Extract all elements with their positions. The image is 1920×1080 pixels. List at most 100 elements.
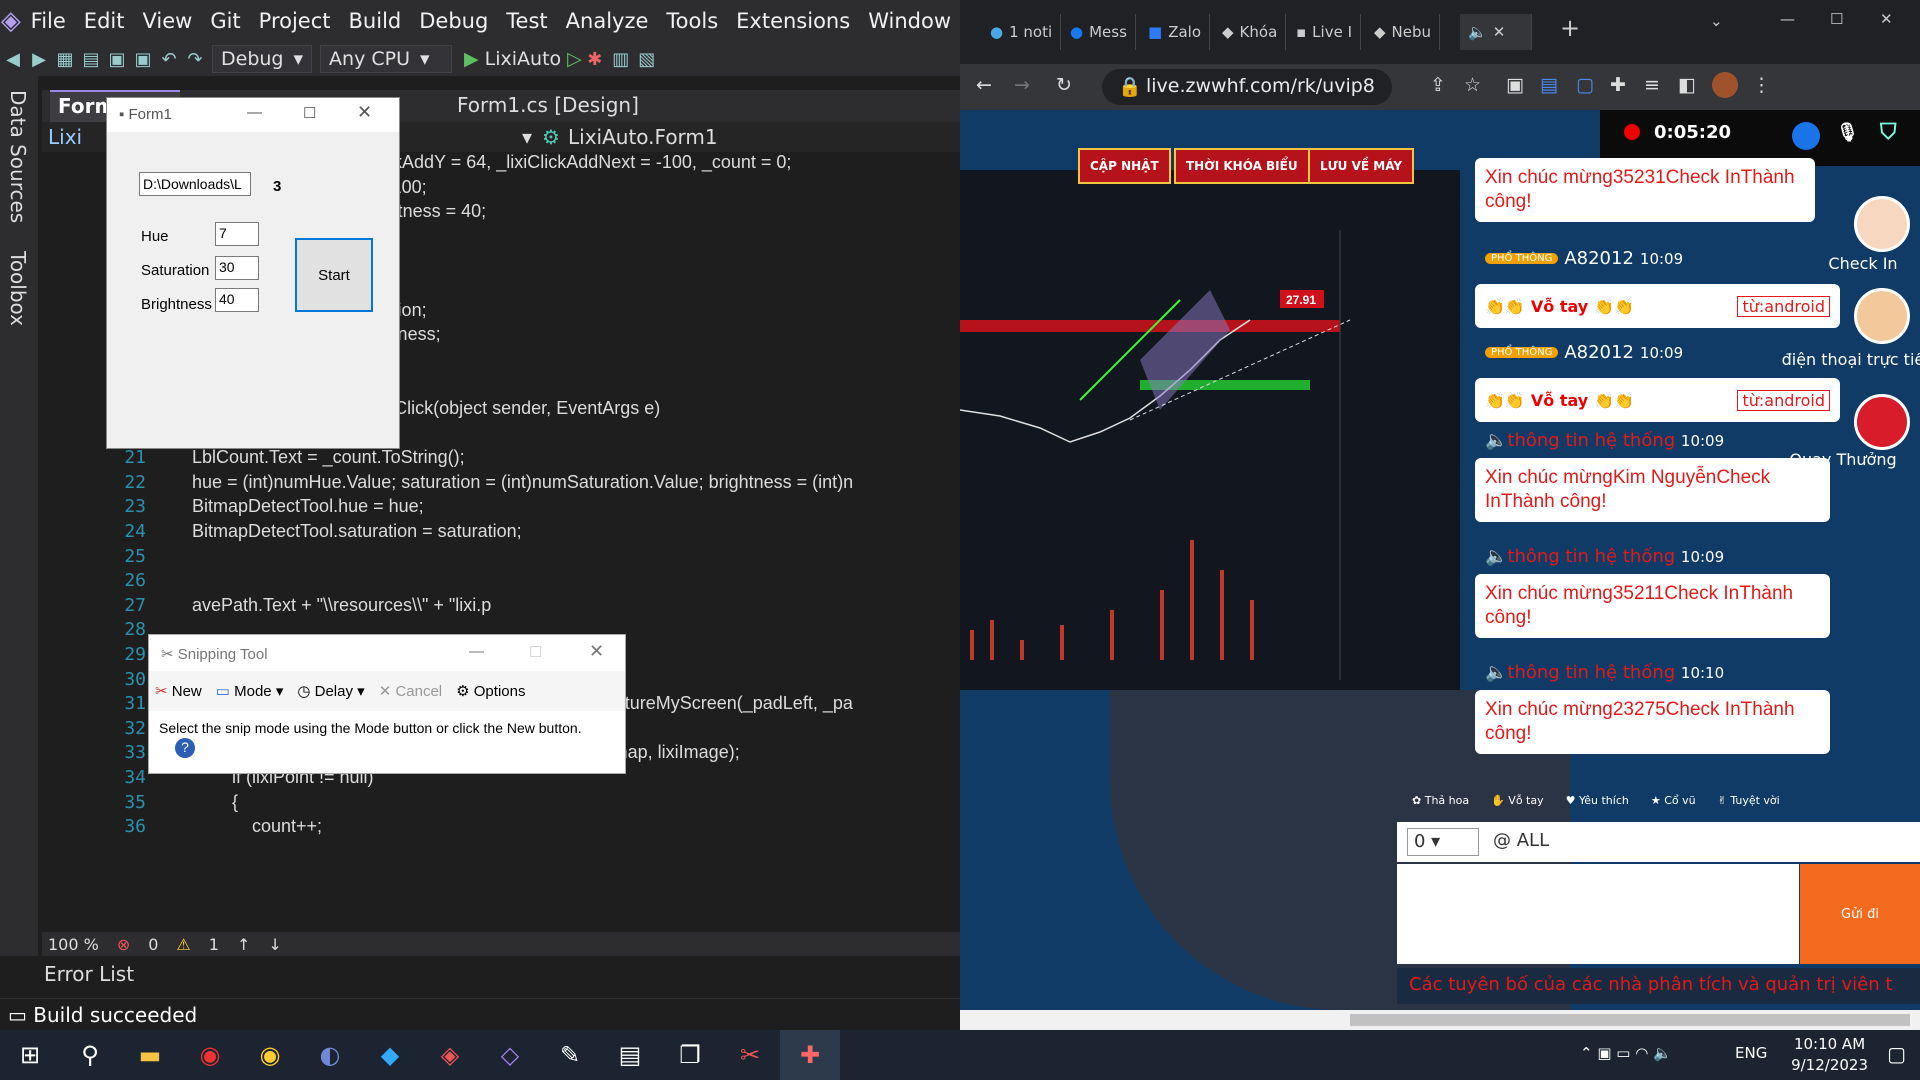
extension-icon[interactable]: ▢ xyxy=(1576,74,1594,96)
redo-icon[interactable]: ↷ xyxy=(182,49,208,70)
error-list-tab[interactable]: Error List xyxy=(0,956,960,998)
mute-mic-icon[interactable]: 🎙 xyxy=(1836,122,1859,143)
reaction-great[interactable]: ✌ Tuyệt vời xyxy=(1718,794,1780,807)
stop-button[interactable] xyxy=(1792,122,1820,150)
side-tab-data-sources[interactable]: Data Sources xyxy=(0,76,36,237)
undo-icon[interactable]: ↶ xyxy=(156,49,182,70)
code-line[interactable]: { xyxy=(232,792,238,813)
snipping-tool-icon[interactable]: ✂ xyxy=(720,1030,780,1080)
snip-options-button[interactable]: ⚙ Options xyxy=(456,682,525,700)
app-icon[interactable]: ◈ xyxy=(420,1030,480,1080)
close-icon[interactable]: ✕ xyxy=(1493,23,1506,41)
active-app-icon[interactable]: ✚ xyxy=(780,1030,840,1080)
tab-nebu[interactable]: ◆ Nebu xyxy=(1366,14,1441,50)
code-line[interactable]: BitmapDetectTool.saturation = saturation… xyxy=(192,521,522,542)
tray-icons[interactable]: ⌃ ▣ ▭ ◠ 🔈 xyxy=(1580,1044,1672,1062)
save-icon[interactable]: ▣ xyxy=(104,49,130,70)
chevron-down-icon[interactable]: ▾ xyxy=(522,125,532,149)
app-icon[interactable]: ❐ xyxy=(660,1030,720,1080)
save-to-device-button[interactable]: LƯU VỀ MÁY xyxy=(1308,148,1415,184)
menu-project[interactable]: Project xyxy=(250,9,340,33)
folder-icon[interactable]: ▥ xyxy=(608,49,634,70)
tab-form1-design[interactable]: Form1.cs [Design] xyxy=(449,90,649,122)
close-button[interactable]: ✕ xyxy=(589,641,604,662)
profile-avatar[interactable] xyxy=(1712,72,1738,98)
paint-icon[interactable]: ✎ xyxy=(540,1030,600,1080)
horizontal-scrollbar[interactable] xyxy=(960,1010,1920,1030)
save-path-input[interactable]: D:\Downloads\L xyxy=(139,172,251,196)
nav-class[interactable]: LixiAuto.Form1 xyxy=(568,125,718,149)
close-button[interactable]: ✕ xyxy=(357,102,372,123)
discord-icon[interactable]: ◐ xyxy=(300,1030,360,1080)
config-select[interactable]: Debug ▾ xyxy=(212,45,313,73)
saturation-numeric[interactable]: 30 xyxy=(215,256,259,280)
down-arrow-icon[interactable]: ↓ xyxy=(268,935,281,954)
tab-messenger[interactable]: ● Mess xyxy=(1062,14,1136,50)
minimize-button[interactable]: — xyxy=(469,643,484,660)
code-line[interactable]: LblCount.Text = _count.ToString(); xyxy=(192,447,465,468)
run-target[interactable]: LixiAuto xyxy=(485,48,562,70)
maximize-button[interactable]: ☐ xyxy=(303,104,316,122)
nav-project[interactable]: Lixi xyxy=(48,125,82,149)
url-input[interactable]: 🔒 live.zwwhf.com/rk/uvip8 xyxy=(1102,69,1392,105)
language-indicator[interactable]: ENG xyxy=(1735,1044,1767,1062)
code-line[interactable]: BitmapDetectTool.hue = hue; xyxy=(192,496,424,517)
tab-khoa[interactable]: ◆ Khóa xyxy=(1214,14,1287,50)
phone-icon[interactable] xyxy=(1854,288,1910,344)
menu-file[interactable]: File xyxy=(22,9,75,33)
scroll-thumb[interactable] xyxy=(1350,1014,1910,1026)
file-explorer-icon[interactable]: ▬ xyxy=(120,1030,180,1080)
tab-telegram[interactable]: ● 1 noti xyxy=(982,14,1062,50)
close-button[interactable]: ✕ xyxy=(1880,10,1893,28)
visual-studio-icon[interactable]: ◇ xyxy=(480,1030,540,1080)
side-tab-toolbox[interactable]: Toolbox xyxy=(0,237,36,340)
chat-input[interactable] xyxy=(1397,864,1799,964)
stock-chart[interactable]: 27.91 xyxy=(960,170,1460,690)
snip-cancel-button[interactable]: ✕ Cancel xyxy=(379,682,442,700)
maximize-button[interactable]: ☐ xyxy=(529,643,542,661)
snip-delay-button[interactable]: ◷ Delay ▾ xyxy=(297,682,364,700)
hot-reload-icon[interactable]: ✱ xyxy=(582,49,608,70)
app-icon[interactable]: ▤ xyxy=(600,1030,660,1080)
menu-tools[interactable]: Tools xyxy=(657,9,727,33)
snip-mode-button[interactable]: ▭ Mode ▾ xyxy=(216,682,284,700)
tab-live[interactable]: ▪ Live I xyxy=(1288,14,1361,50)
code-line[interactable]: hue = (int)numHue.Value; saturation = (i… xyxy=(192,472,853,493)
reaction-love[interactable]: ♥ Yêu thích xyxy=(1566,794,1629,807)
new-project-icon[interactable]: ▦ xyxy=(52,49,78,70)
reaction-clap[interactable]: ✋ Vỗ tay xyxy=(1491,794,1544,807)
platform-select[interactable]: Any CPU ▾ xyxy=(320,45,453,73)
menu-test[interactable]: Test xyxy=(497,9,556,33)
forward-icon[interactable]: → xyxy=(1014,74,1030,96)
code-line[interactable]: avePath.Text + "\\resources\\" + "lixi.p xyxy=(192,595,491,616)
check-in-icon[interactable] xyxy=(1854,196,1910,252)
help-icon[interactable]: ? xyxy=(175,738,195,758)
forward-icon[interactable]: ▶ xyxy=(26,49,52,70)
start-debug-icon[interactable]: ▶ xyxy=(464,48,479,70)
hue-numeric[interactable]: 7 xyxy=(215,222,259,246)
vs-logo-icon[interactable]: ◈ xyxy=(0,0,22,42)
app-icon[interactable]: ◆ xyxy=(360,1030,420,1080)
code-line[interactable]: count++; xyxy=(252,816,322,837)
start-button[interactable]: Start xyxy=(295,238,373,312)
menu-build[interactable]: Build xyxy=(340,9,411,33)
menu-git[interactable]: Git xyxy=(201,9,249,33)
chrome-icon[interactable]: ◉ xyxy=(180,1030,240,1080)
reload-icon[interactable]: ↻ xyxy=(1056,74,1072,96)
shirt-icon[interactable]: ⛉ xyxy=(1880,120,1897,145)
update-button[interactable]: CẬP NHẬT xyxy=(1078,148,1171,184)
warning-count[interactable]: 1 xyxy=(209,935,219,954)
layout-icon[interactable]: ▧ xyxy=(634,49,660,70)
timetable-button[interactable]: THỜI KHÓA BIỂU xyxy=(1174,148,1310,184)
tab-active[interactable]: 🔈 ✕ xyxy=(1460,14,1532,50)
back-icon[interactable]: ◀ xyxy=(0,49,26,70)
send-button[interactable]: Gửi đi xyxy=(1800,864,1920,964)
start-icon[interactable]: ⊞ xyxy=(0,1030,60,1080)
minimize-button[interactable]: — xyxy=(1780,10,1795,28)
lucky-draw-icon[interactable] xyxy=(1854,394,1910,450)
new-tab-button[interactable]: + xyxy=(1560,14,1580,42)
tab-zalo[interactable]: ■ Zalo xyxy=(1140,14,1210,50)
puzzle-icon[interactable]: ✚ xyxy=(1610,74,1626,96)
menu-edit[interactable]: Edit xyxy=(75,9,134,33)
camera-icon[interactable]: ▣ xyxy=(1506,74,1524,96)
